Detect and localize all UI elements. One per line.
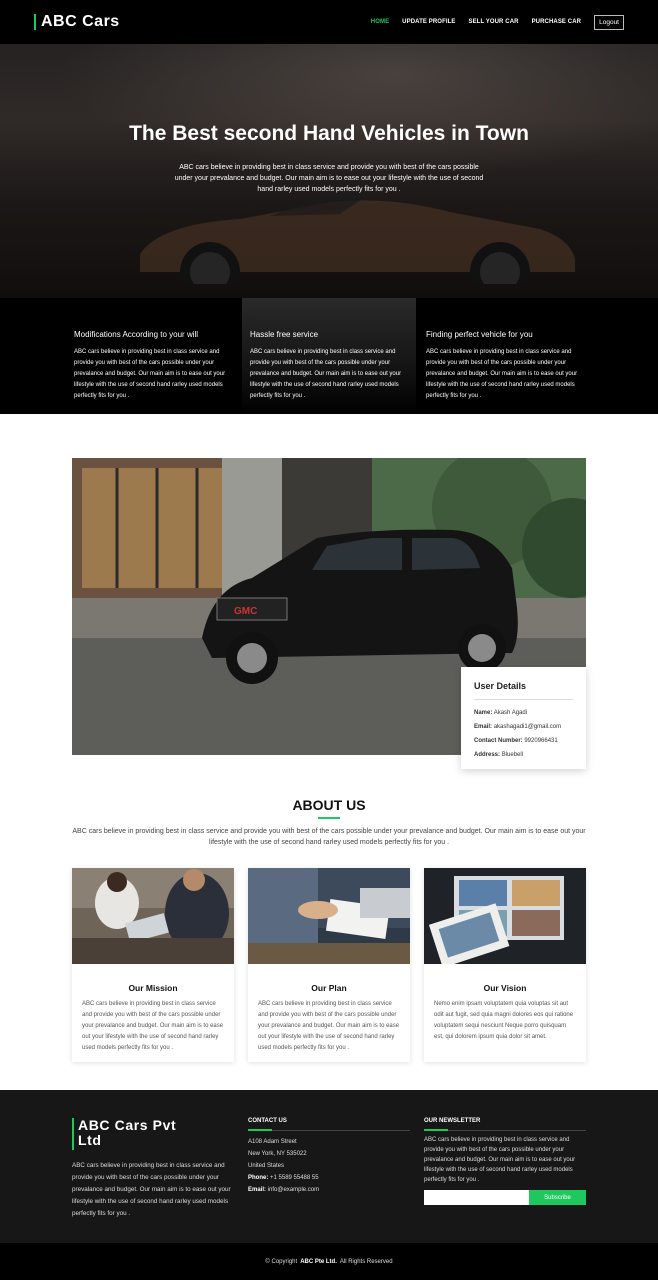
user-name-label: Name:: [474, 710, 493, 716]
about-text: ABC cars believe in providing best in cl…: [72, 828, 586, 846]
plan-image: [248, 868, 410, 964]
nav-sell-your-car[interactable]: SELL YOUR CAR: [468, 19, 518, 25]
contact-address1: A108 Adam Street: [248, 1139, 297, 1145]
about-title: ABOUT US: [292, 797, 366, 813]
contact-country: United States: [248, 1163, 285, 1169]
features-section: Modifications According to your will ABC…: [0, 298, 658, 414]
hero-title: The Best second Hand Vehicles in Town: [129, 122, 529, 145]
copyright-suffix: All Rights Reserved: [339, 1258, 393, 1265]
contact-phone-label: Phone:: [248, 1175, 269, 1181]
hero-text: ABC cars believe in providing best in cl…: [174, 164, 484, 193]
user-phone-row: Contact Number: 9920966431: [474, 738, 573, 744]
card-title: Our Plan: [311, 983, 347, 993]
feature-text: ABC cars believe in providing best in cl…: [426, 349, 578, 399]
user-email-value: akashagadi1@gmail.com: [493, 724, 562, 730]
nav-home[interactable]: HOME: [371, 19, 389, 25]
contact-phone[interactable]: +1 5589 55488 55: [270, 1175, 319, 1181]
footer-brand[interactable]: ABC Cars Pvt Ltd: [72, 1117, 222, 1150]
card-title: Our Vision: [483, 983, 527, 993]
user-email-label: Email:: [474, 724, 493, 730]
nav-purchase-car[interactable]: PURCHASE CAR: [532, 19, 582, 25]
feature-text: ABC cars believe in providing best in cl…: [250, 349, 402, 399]
feature-hassle-free: Hassle free service ABC cars believe in …: [242, 298, 416, 414]
contact-phone-row: Phone: +1 5589 55488 55: [248, 1172, 319, 1184]
footer-description: ABC cars believe in providing best in cl…: [72, 1162, 231, 1217]
user-phone-value: 9920966431: [524, 738, 558, 744]
contact-address2: New York, NY 535022: [248, 1151, 307, 1157]
about-underline: [318, 817, 340, 819]
plan-card: Our Plan ABC cars believe in providing b…: [248, 868, 410, 1062]
nav-update-profile[interactable]: UPDATE PROFILE: [402, 19, 455, 25]
contact-divider-accent: [248, 1129, 272, 1131]
newsletter-text: ABC cars believe in providing best in cl…: [424, 1137, 576, 1183]
nav-menu: HOME UPDATE PROFILE SELL YOUR CAR PURCHA…: [371, 14, 624, 30]
user-details-card: User Details Name: Akash Agadi Email: ak…: [461, 667, 586, 769]
newsletter-divider-accent: [424, 1129, 448, 1131]
subscribe-button[interactable]: Subscribe: [529, 1190, 586, 1205]
copyright-bar: © Copyright ABC Pte Ltd. All Rights Rese…: [0, 1243, 658, 1280]
footer: ABC Cars Pvt Ltd ABC cars believe in pro…: [0, 1090, 658, 1243]
hero-banner: The Best second Hand Vehicles in Town AB…: [0, 44, 658, 298]
feature-title: Modifications According to your will: [74, 330, 199, 339]
contact-email-label: Email:: [248, 1187, 267, 1193]
feature-modifications: Modifications According to your will ABC…: [66, 298, 240, 414]
newsletter-email-input[interactable]: [424, 1190, 529, 1205]
feature-title: Finding perfect vehicle for you: [426, 330, 533, 339]
user-name-value: Akash Agadi: [493, 710, 528, 716]
contact-email-row: Email: info@example.com: [248, 1184, 319, 1196]
mission-card: Our Mission ABC cars believe in providin…: [72, 868, 234, 1062]
divider: [474, 699, 573, 700]
feature-text: ABC cars believe in providing best in cl…: [74, 349, 226, 399]
copyright-company: ABC Pte Ltd.: [300, 1258, 337, 1265]
card-text: Nemo enim ipsam voluptatem quia voluptas…: [434, 1001, 574, 1040]
newsletter-title: OUR NEWSLETTER: [424, 1118, 481, 1124]
user-phone-label: Contact Number:: [474, 738, 523, 744]
user-email-row: Email: akashagadi1@gmail.com: [474, 724, 573, 730]
navbar: ABC Cars HOME UPDATE PROFILE SELL YOUR C…: [0, 0, 658, 44]
footer-brand-line1: ABC Cars Pvt: [78, 1117, 177, 1133]
brand-name: ABC Cars: [41, 13, 120, 30]
svg-text:GMC: GMC: [234, 606, 257, 617]
card-title: Our Mission: [128, 983, 178, 993]
footer-brand-line2: Ltd: [78, 1132, 102, 1148]
newsletter-divider: [424, 1130, 586, 1131]
feature-title: Hassle free service: [250, 330, 319, 339]
footer-brand-accent: [72, 1118, 74, 1150]
vision-image: [424, 868, 586, 964]
user-name-row: Name: Akash Agadi: [474, 710, 573, 716]
mission-image: [72, 868, 234, 964]
logout-button[interactable]: Logout: [594, 14, 624, 30]
contact-info: A108 Adam Street New York, NY 535022 Uni…: [248, 1136, 319, 1196]
card-text: ABC cars believe in providing best in cl…: [258, 1001, 400, 1051]
contact-divider: [248, 1130, 410, 1131]
contact-email[interactable]: info@example.com: [268, 1187, 319, 1193]
copyright-prefix: © Copyright: [265, 1258, 298, 1265]
user-details-title: User Details: [474, 681, 527, 691]
vision-card: Our Vision Nemo enim ipsam voluptatem qu…: [424, 868, 586, 1062]
user-address-value: Bluebell: [501, 752, 524, 758]
user-address-row: Address: Bluebell: [474, 752, 573, 758]
user-address-label: Address:: [474, 752, 501, 758]
brand-logo[interactable]: ABC Cars: [34, 13, 120, 31]
contact-title: CONTACT US: [248, 1118, 287, 1124]
feature-finding-vehicle: Finding perfect vehicle for you ABC cars…: [418, 298, 592, 414]
brand-accent-bar: [34, 14, 36, 30]
card-text: ABC cars believe in providing best in cl…: [82, 1001, 224, 1051]
